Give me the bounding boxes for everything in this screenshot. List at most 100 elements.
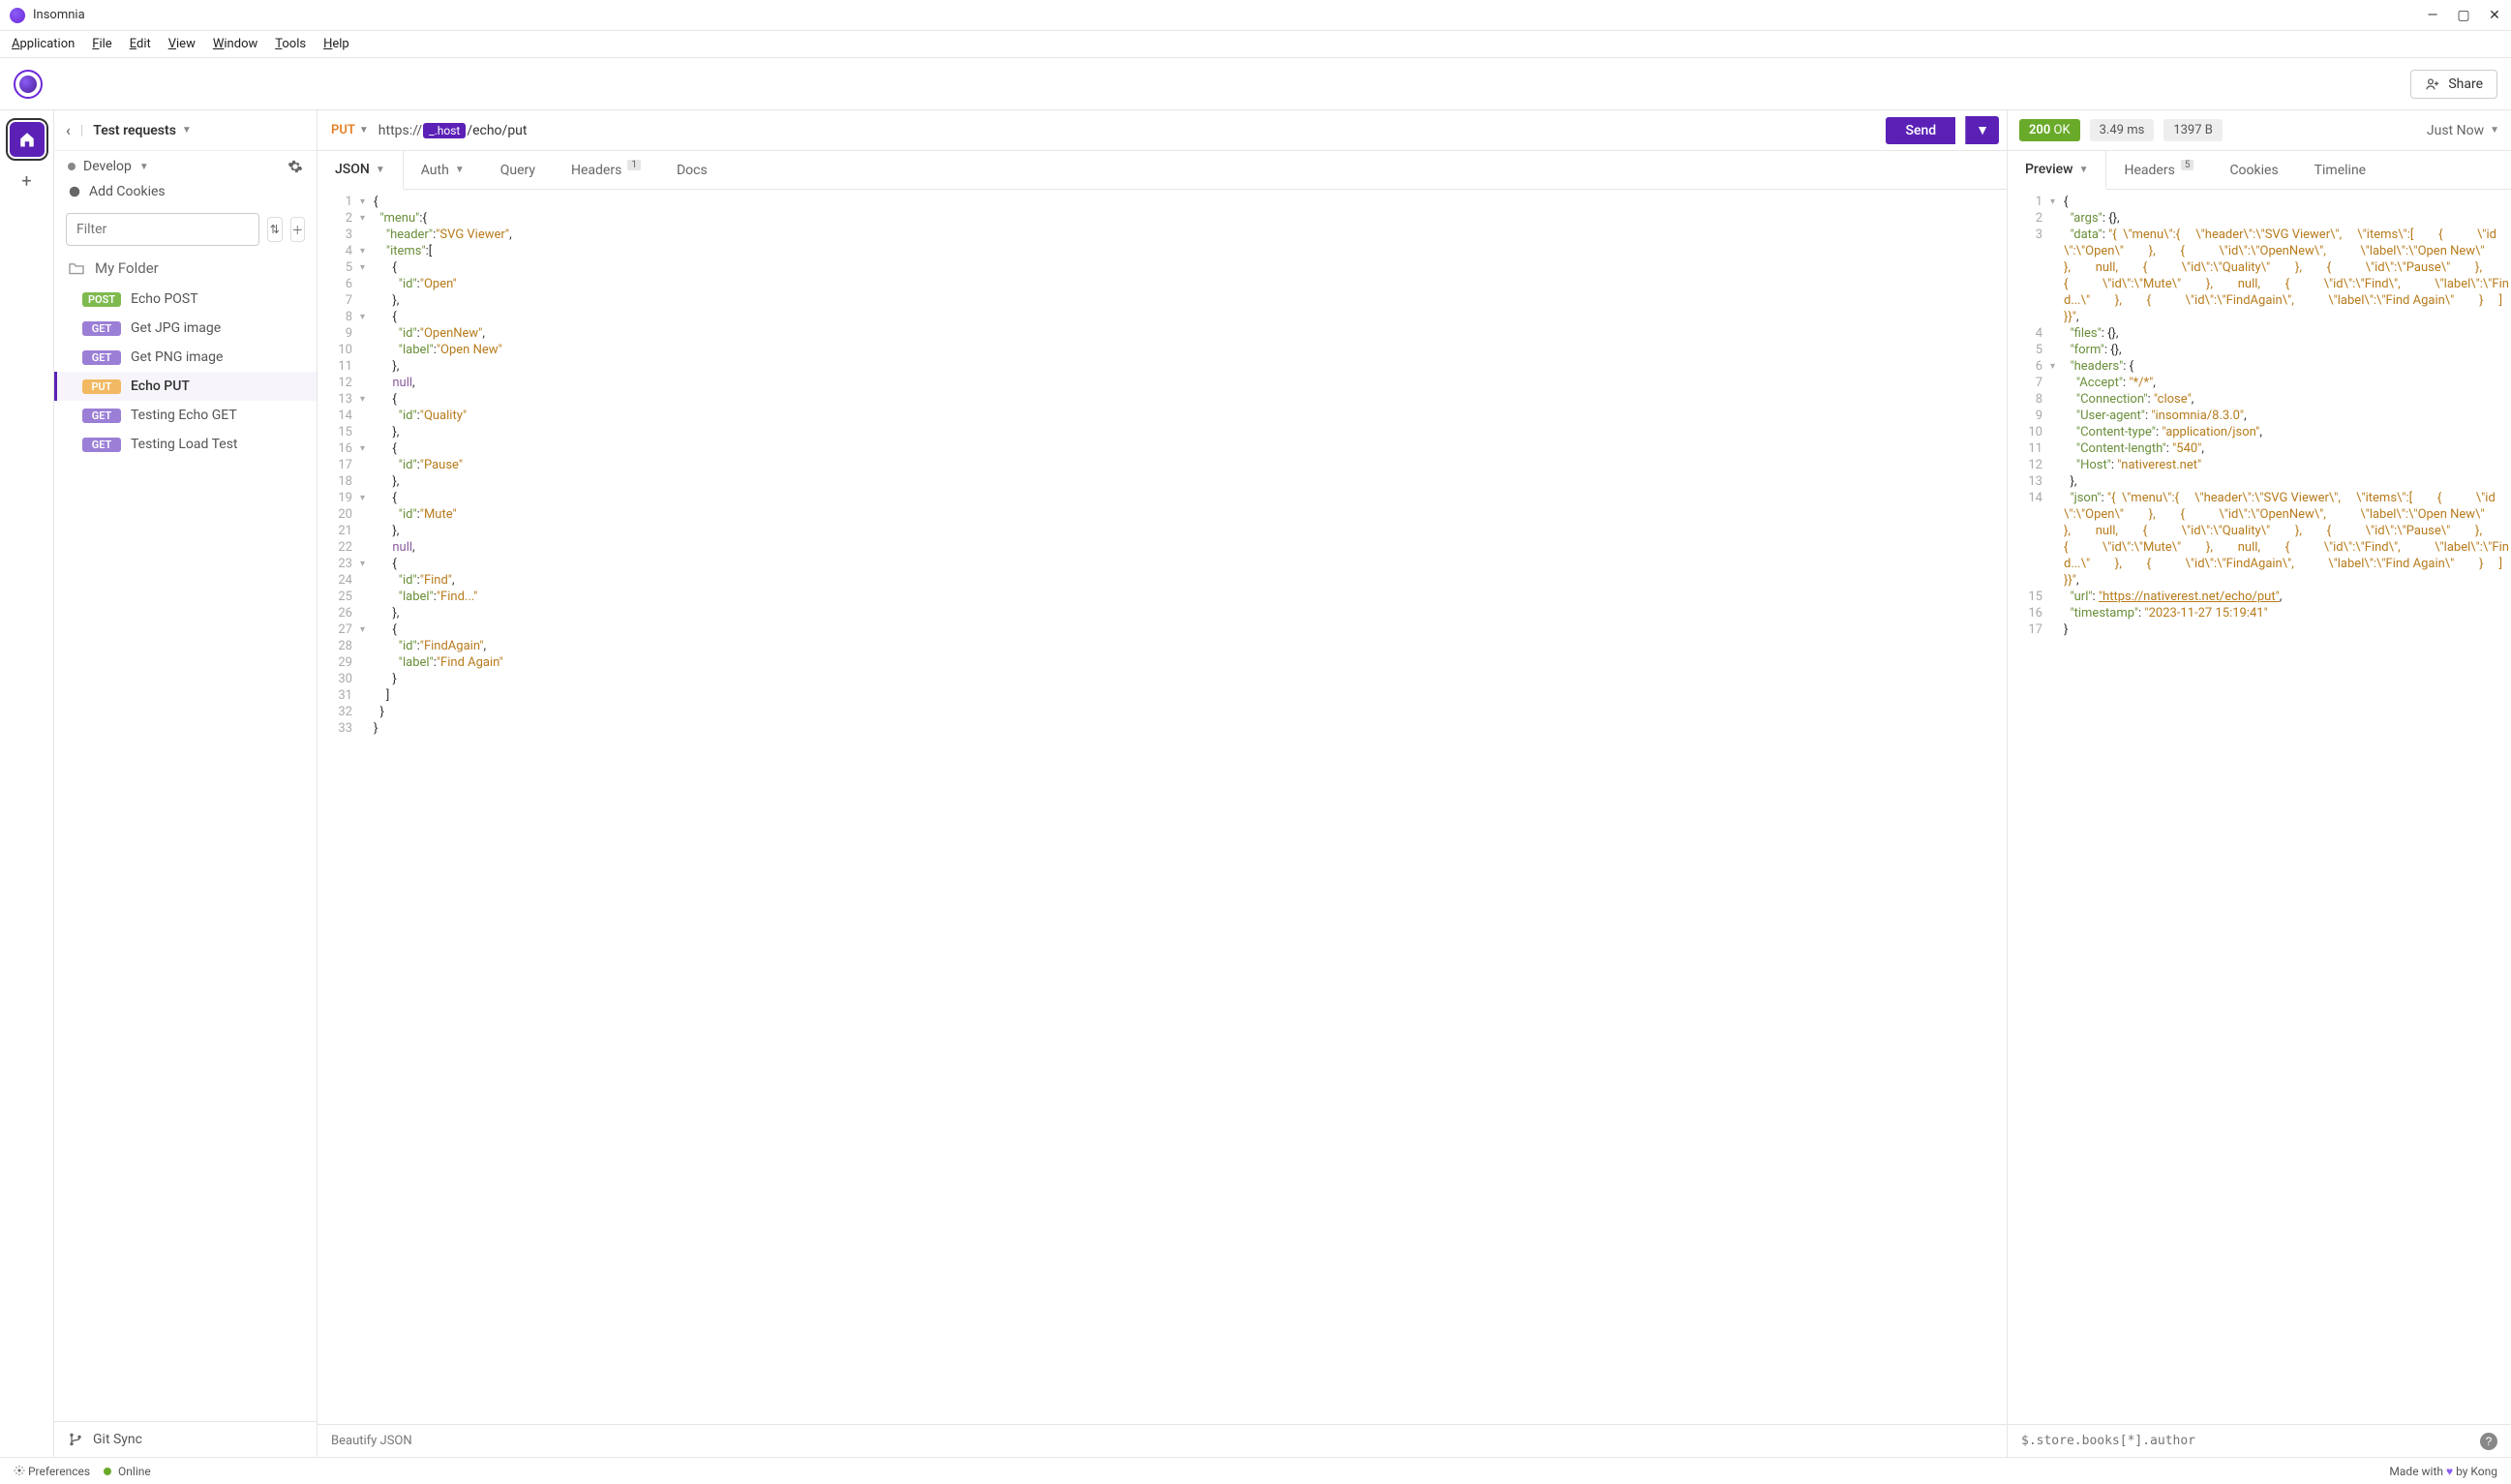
close-button[interactable]: ✕ [2488,9,2501,22]
gear-icon [14,1465,25,1476]
menu-view[interactable]: View [161,35,203,53]
environment-row[interactable]: Develop ▼ [54,151,317,182]
tab-cookies[interactable]: Cookies [2212,151,2296,189]
fold-toggle[interactable]: ▾ [360,259,370,276]
fold-toggle [360,408,370,424]
fold-toggle[interactable]: ▾ [360,490,370,506]
minimize-button[interactable]: — [2426,9,2439,22]
request-body-editor[interactable]: 1▾{2▾ "menu":{3 "header":"SVG Viewer",4▾… [318,190,2007,1424]
fold-toggle [360,704,370,720]
code-content: "timestamp": "2023-11-27 15:19:41" [2060,605,2511,621]
maximize-button[interactable]: ▢ [2457,9,2470,22]
url-input[interactable]: https://_.host/echo/put [378,123,1877,138]
code-content: { [370,490,2007,506]
send-dropdown[interactable]: ▼ [1965,116,1999,144]
fold-toggle[interactable]: ▾ [360,621,370,638]
tab-auth[interactable]: Auth ▼ [404,151,483,189]
tab-response-headers[interactable]: Headers 5 [2106,151,2212,189]
fold-toggle[interactable]: ▾ [360,309,370,325]
fold-toggle [2050,325,2060,342]
fold-toggle[interactable]: ▾ [360,556,370,572]
preferences-button[interactable]: Preferences [14,1465,90,1478]
filter-input[interactable] [66,213,259,246]
line-number: 1 [318,194,360,210]
menu-window[interactable]: Window [205,35,265,53]
menu-application[interactable]: Application [4,35,82,53]
fold-toggle [360,292,370,309]
code-content: "url": "https://nativerest.net/echo/put"… [2060,589,2511,605]
fold-toggle[interactable]: ▾ [360,210,370,227]
jsonpath-filter-input[interactable] [2021,1434,2480,1448]
response-body-viewer[interactable]: 1▾{2 "args": {},3 "data": "{ \"menu\":{ … [2008,190,2511,1424]
request-item[interactable]: POSTEcho POST [54,285,317,314]
tab-headers[interactable]: Headers 1 [554,151,659,189]
fold-toggle [360,325,370,342]
fold-toggle [2050,490,2060,589]
fold-toggle[interactable]: ▾ [360,194,370,210]
git-sync-button[interactable]: Git Sync [54,1421,317,1457]
code-content: "id":"Find", [370,572,2007,589]
folder-row[interactable]: My Folder [54,252,317,285]
line-number: 9 [2008,408,2050,424]
cookies-button[interactable]: Add Cookies [54,182,317,207]
caret-down-icon: ▼ [455,165,465,175]
sidebar-header: ‹ | Test requests ▼ [54,110,317,151]
collection-dropdown[interactable]: Test requests ▼ [93,123,192,138]
code-line: 17} [2008,621,2511,638]
line-number: 29 [318,654,360,671]
method-tag: PUT [82,379,121,394]
send-button[interactable]: Send [1886,117,1955,144]
code-content: "files": {}, [2060,325,2511,342]
code-content: "label":"Open New" [370,342,2007,358]
fold-toggle[interactable]: ▾ [360,440,370,457]
request-item[interactable]: GETTesting Echo GET [54,401,317,430]
menu-tools[interactable]: Tools [267,35,314,53]
tab-body[interactable]: JSON ▼ [318,151,404,190]
tab-preview[interactable]: Preview ▼ [2008,151,2106,190]
menu-edit[interactable]: Edit [122,35,159,53]
fold-toggle [2050,424,2060,440]
request-item[interactable]: GETTesting Load Test [54,430,317,459]
fold-toggle [2050,342,2060,358]
tab-timeline[interactable]: Timeline [2297,151,2384,189]
caret-down-icon: ▼ [2079,165,2089,175]
request-item[interactable]: GETGet PNG image [54,343,317,372]
method-dropdown[interactable]: PUT ▼ [331,123,369,137]
fold-toggle[interactable]: ▾ [2050,194,2060,210]
add-request-button[interactable]: ＋ [290,217,306,242]
fold-toggle[interactable]: ▾ [360,243,370,259]
fold-toggle[interactable]: ▾ [360,391,370,408]
fold-toggle [360,687,370,704]
code-line: 7 "Accept": "*/*", [2008,375,2511,391]
code-content: "id":"OpenNew", [370,325,2007,342]
sort-button[interactable]: ⇅ [267,217,283,242]
line-number: 17 [318,457,360,473]
share-button[interactable]: Share [2410,70,2497,99]
git-branch-icon [68,1432,83,1447]
add-workspace-button[interactable]: + [13,167,42,196]
settings-button[interactable] [287,159,303,174]
fold-toggle[interactable]: ▾ [2050,358,2060,375]
menu-file[interactable]: File [84,35,119,53]
request-item[interactable]: PUTEcho PUT [54,372,317,401]
request-item[interactable]: GETGet JPG image [54,314,317,343]
home-button[interactable] [10,122,45,157]
code-content: } [370,704,2007,720]
tab-query[interactable]: Query [483,151,554,189]
code-content: }, [370,523,2007,539]
code-line: 6 "id":"Open" [318,276,2007,292]
code-line: 11 "Content-length": "540", [2008,440,2511,457]
beautify-button[interactable]: Beautify JSON [318,1424,2007,1457]
tab-docs[interactable]: Docs [659,151,726,189]
fold-toggle [360,605,370,621]
fold-toggle [2050,440,2060,457]
help-button[interactable]: ? [2480,1433,2497,1450]
back-button[interactable]: ‹ [66,121,71,139]
fold-toggle [2050,473,2060,490]
menu-help[interactable]: Help [316,35,357,53]
line-number: 1 [2008,194,2050,210]
request-name: Get PNG image [131,349,223,365]
history-dropdown[interactable]: Just Now ▼ [2427,123,2499,138]
url-path: /echo/put [467,123,527,138]
code-line: 13▾ { [318,391,2007,408]
